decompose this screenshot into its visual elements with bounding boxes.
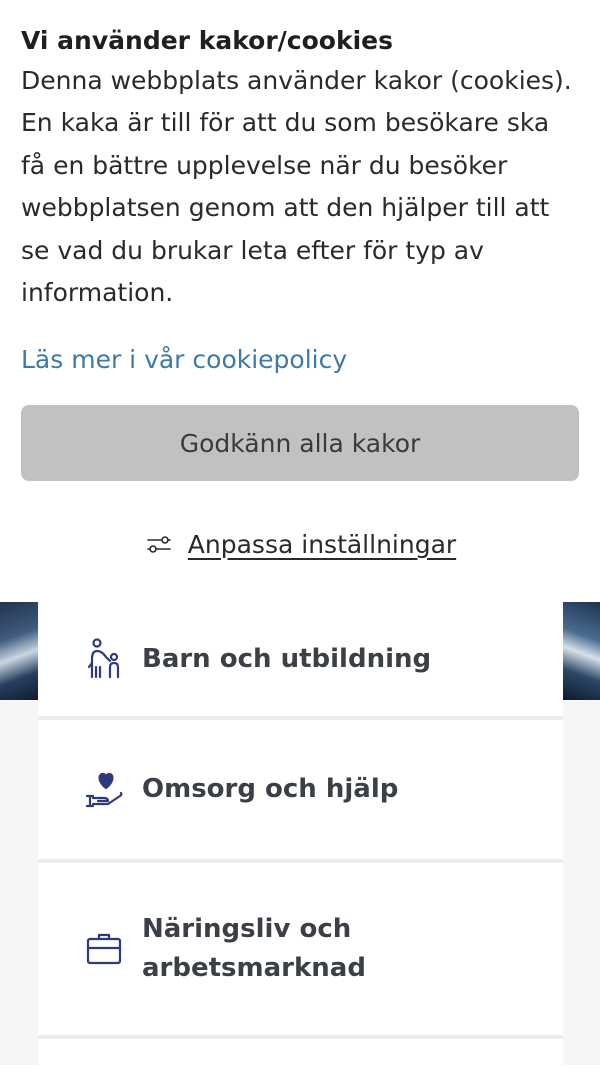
category-card-partial[interactable] [38, 1039, 563, 1079]
category-card-barn-och-utbildning[interactable]: Barn och utbildning [38, 602, 563, 720]
category-card-omsorg-och-hjalp[interactable]: Omsorg och hjälp [38, 720, 563, 863]
customize-settings[interactable]: Anpassa inställningar [0, 520, 600, 568]
cookie-title: Vi använder kakor/cookies [21, 26, 393, 55]
hero-image-right [563, 602, 600, 700]
accept-all-cookies-button[interactable]: Godkänn alla kakor [21, 405, 579, 481]
category-card-naringsliv-och-arbetsmarknad[interactable]: Näringsliv och arbetsmarknad [38, 863, 563, 1039]
category-label: Näringsliv och arbetsmarknad [142, 914, 366, 983]
category-label: Omsorg och hjälp [142, 774, 399, 804]
hero-image-left [0, 602, 38, 700]
heart-hand-icon [85, 772, 123, 807]
category-list: Barn och utbildning Omsorg och hjälp När… [38, 602, 563, 1079]
briefcase-icon [86, 933, 122, 965]
cookie-banner: Vi använder kakor/cookies Denna webbplat… [0, 0, 600, 600]
cookie-description: Denna webbplats använder kakor (cookies)… [21, 66, 572, 308]
category-label: Barn och utbildning [142, 643, 432, 674]
sliders-icon [146, 536, 171, 553]
cookie-policy-link[interactable]: Läs mer i vår cookiepolicy [21, 340, 579, 380]
parent-child-icon [87, 638, 120, 679]
customize-settings-link[interactable]: Anpassa inställningar [188, 530, 456, 559]
